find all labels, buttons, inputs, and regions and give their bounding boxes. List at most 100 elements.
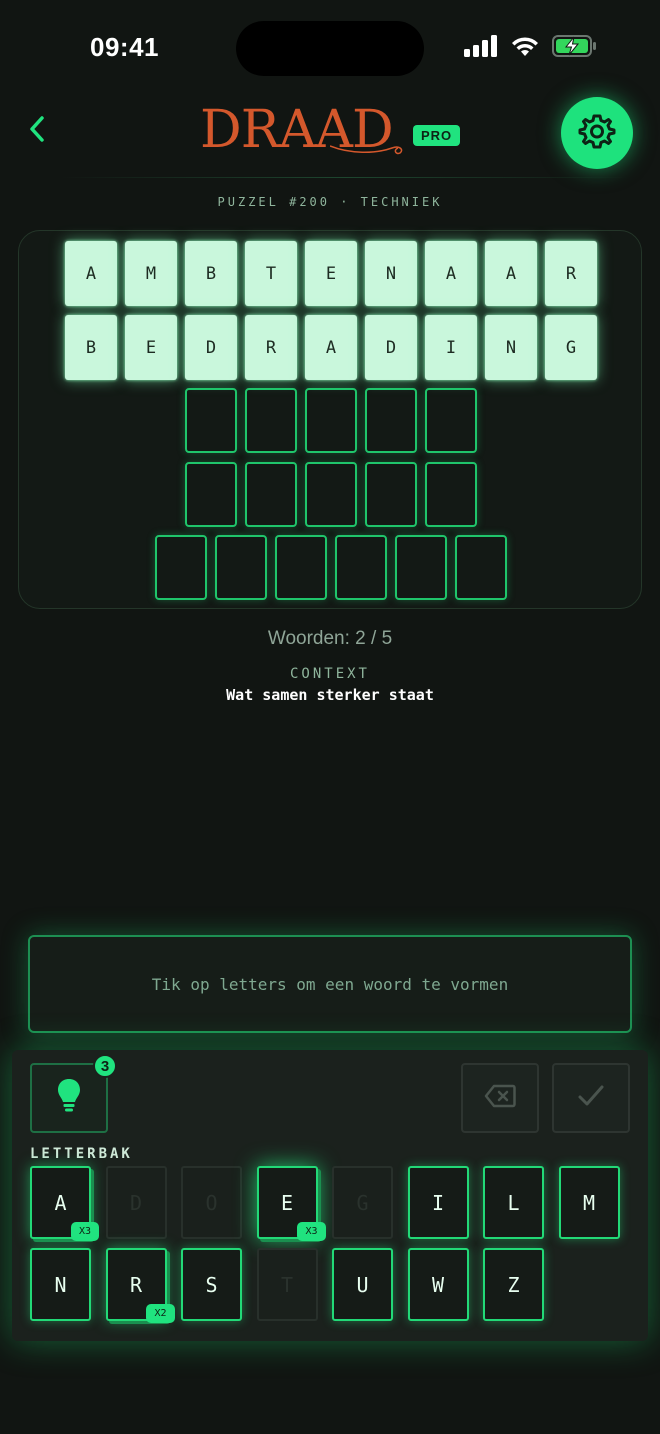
back-chevron-icon xyxy=(27,115,47,148)
letter-key-w[interactable]: W xyxy=(407,1248,469,1321)
letter-tile: N xyxy=(365,241,417,306)
letterbak-label: LETTERBAK xyxy=(30,1146,133,1162)
letter-key-m[interactable]: M xyxy=(558,1166,620,1239)
letter-key-r[interactable]: R X2 xyxy=(105,1248,175,1323)
letter-key-o: O xyxy=(181,1166,242,1239)
pro-badge: PRO xyxy=(413,125,461,146)
key-letter: E xyxy=(280,1190,294,1215)
hint-count-badge: 3 xyxy=(93,1054,117,1078)
letter-tile: A xyxy=(305,315,357,380)
key-letter: O xyxy=(205,1190,218,1215)
header-divider xyxy=(60,177,630,178)
letter-tile: T xyxy=(245,241,297,306)
empty-tile xyxy=(245,388,297,453)
empty-tile xyxy=(245,462,297,527)
letter-tile: B xyxy=(185,241,237,306)
word-row-3 xyxy=(185,388,477,453)
key-multiplier-badge: X3 xyxy=(297,1222,326,1241)
wifi-icon xyxy=(510,35,540,62)
key-letter: U xyxy=(356,1272,369,1297)
key-letter: W xyxy=(431,1272,445,1297)
empty-tile xyxy=(425,388,477,453)
empty-tile xyxy=(455,535,507,600)
key-letter: N xyxy=(54,1272,67,1297)
letter-key-e[interactable]: E X3 xyxy=(256,1166,326,1241)
letter-tile: E xyxy=(305,241,357,306)
status-icons xyxy=(464,34,598,63)
empty-tile xyxy=(155,535,207,600)
status-bar: 09:41 xyxy=(0,0,660,100)
letter-key-t: T xyxy=(256,1248,318,1321)
key-letter: S xyxy=(205,1272,218,1297)
backspace-button[interactable] xyxy=(461,1063,539,1133)
letter-key-g: G xyxy=(332,1166,393,1239)
letter-key-s[interactable]: S xyxy=(181,1248,242,1321)
back-button[interactable] xyxy=(20,114,54,148)
logo-swirl-icon xyxy=(330,145,403,155)
letter-tile: G xyxy=(545,315,597,380)
word-row-5 xyxy=(155,535,507,600)
letter-tile: A xyxy=(485,241,537,306)
empty-tile xyxy=(185,462,237,527)
key-letter: Z xyxy=(507,1272,520,1297)
letter-tile: M xyxy=(125,241,177,306)
check-icon xyxy=(577,1084,605,1113)
empty-tile xyxy=(275,535,327,600)
letter-key-a[interactable]: A X3 xyxy=(30,1166,99,1241)
empty-tile xyxy=(305,388,357,453)
keyboard-panel: 3 LETTERBAK A X3 D O E X3 G I L M N R X2 S T U W Z xyxy=(12,1050,648,1341)
key-letter: G xyxy=(356,1190,369,1215)
key-multiplier-badge: X3 xyxy=(70,1222,99,1241)
backspace-icon xyxy=(484,1084,516,1113)
app-header: DRAAD PRO xyxy=(0,90,660,180)
letter-tile: A xyxy=(425,241,477,306)
letter-tile: N xyxy=(485,315,537,380)
lightbulb-icon xyxy=(57,1078,81,1119)
key-letter: T xyxy=(280,1272,294,1297)
letter-tile: D xyxy=(365,315,417,380)
gear-icon xyxy=(577,111,617,156)
word-row-4 xyxy=(185,462,477,527)
word-row-1: AMBTENAAR xyxy=(65,241,597,306)
empty-tile xyxy=(365,462,417,527)
letter-tile: A xyxy=(65,241,117,306)
status-time: 09:41 xyxy=(90,32,159,62)
letter-key-d: D xyxy=(105,1166,167,1239)
key-letter: L xyxy=(507,1190,520,1215)
empty-tile xyxy=(395,535,447,600)
letter-key-z[interactable]: Z xyxy=(483,1248,544,1321)
battery-charging-icon xyxy=(552,34,598,63)
key-letter: A xyxy=(54,1190,67,1215)
empty-tile xyxy=(215,535,267,600)
word-row-2: BEDRADING xyxy=(65,315,597,380)
empty-tile xyxy=(425,462,477,527)
submit-button[interactable] xyxy=(552,1063,630,1133)
letter-key-u[interactable]: U xyxy=(332,1248,393,1321)
letter-tile: I xyxy=(425,315,477,380)
puzzle-label: PUZZEL #200 · TECHNIEK xyxy=(217,195,443,209)
context-text: Wat samen sterker staat xyxy=(226,686,434,704)
letter-tile: D xyxy=(185,315,237,380)
letter-key-n[interactable]: N xyxy=(30,1248,91,1321)
key-letter: D xyxy=(129,1190,143,1215)
empty-tile xyxy=(365,388,417,453)
signal-icon xyxy=(464,35,498,62)
key-letter: M xyxy=(582,1190,596,1215)
empty-tile xyxy=(335,535,387,600)
letter-tile: B xyxy=(65,315,117,380)
dynamic-island xyxy=(236,21,424,76)
letter-key-i[interactable]: I xyxy=(407,1166,469,1239)
letter-tile: E xyxy=(125,315,177,380)
key-multiplier-badge: X2 xyxy=(146,1304,175,1323)
empty-tile xyxy=(305,462,357,527)
letter-key-l[interactable]: L xyxy=(483,1166,544,1239)
word-input-area[interactable]: Tik op letters om een woord te vormen xyxy=(28,935,632,1033)
settings-button[interactable] xyxy=(561,97,633,169)
letter-tile: R xyxy=(245,315,297,380)
empty-tile xyxy=(185,388,237,453)
word-board: AMBTENAAR BEDRADING xyxy=(18,230,642,609)
word-progress: Woorden: 2 / 5 xyxy=(267,628,393,649)
key-letter: R xyxy=(129,1272,143,1297)
letter-tile: R xyxy=(545,241,597,306)
key-letter: I xyxy=(431,1190,445,1215)
